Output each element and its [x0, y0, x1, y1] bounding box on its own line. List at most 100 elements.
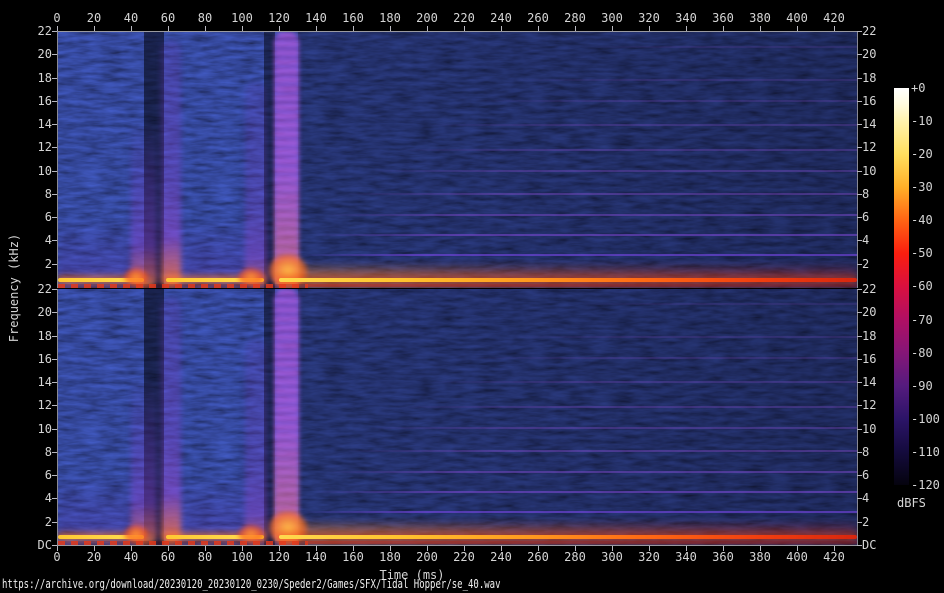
freq-tick-label: 10 — [37, 164, 52, 178]
freq-tick-label: 6 — [862, 210, 870, 224]
time-axis-tick — [464, 546, 465, 551]
burst3-bottom-blob — [268, 254, 308, 288]
colorbar-tick-label: -70 — [911, 312, 933, 327]
time-axis-tick — [612, 546, 613, 551]
time-tick-label: 320 — [638, 11, 660, 25]
harmonic-line — [313, 491, 857, 493]
spectrogram-channel-1 — [57, 31, 858, 288]
colorbar-tick-label: -20 — [911, 147, 933, 162]
time-tick-label: 420 — [823, 11, 845, 25]
time-tick-label: 320 — [638, 550, 660, 564]
time-axis-tick — [649, 546, 650, 551]
freq-tick-label: 12 — [37, 140, 52, 154]
harmonic-line — [578, 46, 857, 48]
source-url: https://archive.org/download/20230120_20… — [2, 577, 501, 591]
harmonic-line — [368, 170, 857, 172]
time-tick-label: 360 — [712, 550, 734, 564]
time-tick-label: 140 — [305, 550, 327, 564]
harmonic-line — [343, 450, 857, 452]
bottom-dash-row — [58, 284, 308, 288]
freq-tick-label: 8 — [862, 445, 870, 459]
freq-tick-label: DC — [862, 538, 877, 552]
burst2-onset-plume — [161, 297, 181, 545]
freq-tick-label: 16 — [862, 94, 877, 108]
time-axis-tick — [242, 546, 243, 551]
harmonic-line — [398, 406, 857, 408]
bottom-dash-tail — [308, 541, 857, 544]
time-tick-label: 180 — [379, 550, 401, 564]
time-tick-label: 180 — [379, 11, 401, 25]
time-tick-label: 40 — [123, 11, 139, 25]
freq-tick-label: 8 — [44, 187, 52, 201]
colorbar-unit: dBFS — [897, 496, 926, 510]
time-tick-label: 280 — [564, 11, 586, 25]
harmonic-line — [343, 193, 857, 195]
time-axis-tick — [205, 546, 206, 551]
freq-tick-label: 20 — [862, 305, 877, 319]
freq-tick-label: 2 — [862, 257, 870, 271]
freq-tick-label: 18 — [862, 71, 877, 85]
time-axis-tick — [353, 546, 354, 551]
time-tick-label: 160 — [342, 11, 364, 25]
time-tick-label: 260 — [527, 550, 549, 564]
harmonic-line — [508, 79, 857, 81]
colorbar-tick-label: -30 — [911, 180, 933, 195]
time-tick-label: 0 — [53, 550, 61, 564]
colorbar-tick-label: -120 — [911, 477, 940, 492]
harmonic-line — [326, 471, 857, 473]
harmonic-line — [578, 303, 857, 305]
freq-tick-label: 22 — [862, 24, 877, 38]
time-tick-label: 100 — [231, 11, 253, 25]
harmonic-line — [468, 357, 857, 359]
harmonic-line — [368, 427, 857, 429]
freq-tick-label: 8 — [44, 445, 52, 459]
freq-tick-label: 22 — [862, 282, 877, 296]
freq-tick-label: 16 — [37, 94, 52, 108]
burst2-release-plume — [245, 339, 267, 545]
burst3-broadband-column — [274, 32, 299, 288]
time-axis-tick — [723, 546, 724, 551]
time-tick-label: 200 — [416, 550, 438, 564]
freq-tick-label: 6 — [44, 468, 52, 482]
time-axis-tick — [390, 546, 391, 551]
freq-tick-label: DC — [37, 538, 52, 552]
burst3-bottom-blob — [268, 511, 308, 545]
colorbar-tick-label: -50 — [911, 246, 933, 261]
time-axis-tick — [57, 546, 58, 551]
bottom-dash-row — [58, 541, 308, 545]
y-axis-title: Frequency (kHz) — [7, 233, 21, 343]
time-tick-label: 240 — [490, 550, 512, 564]
harmonic-line — [398, 149, 857, 151]
time-axis-tick — [538, 546, 539, 551]
time-tick-label: 420 — [823, 550, 845, 564]
freq-tick-label: 4 — [44, 491, 52, 505]
harmonic-line — [428, 381, 857, 383]
freq-tick-label: 18 — [862, 329, 877, 343]
time-axis-tick — [501, 546, 502, 551]
time-tick-label: 60 — [160, 11, 176, 25]
sustained-tone-line — [279, 278, 857, 282]
time-tick-label: 40 — [123, 550, 139, 564]
colorbar-tick-label: -10 — [911, 114, 933, 129]
time-tick-label: 280 — [564, 550, 586, 564]
time-tick-label: 160 — [342, 550, 364, 564]
harmonic-line — [303, 254, 857, 256]
spectrogram-channel-2 — [57, 289, 858, 546]
burst2-release-plume — [245, 82, 267, 288]
time-tick-label: 80 — [197, 11, 213, 25]
decay-region-dim — [298, 289, 857, 545]
freq-tick-label: 2 — [44, 515, 52, 529]
freq-tick-label: 10 — [862, 422, 877, 436]
freq-tick-label: 4 — [862, 491, 870, 505]
time-tick-label: 240 — [490, 11, 512, 25]
time-tick-label: 200 — [416, 11, 438, 25]
time-axis-tick — [575, 546, 576, 551]
time-tick-label: 100 — [231, 550, 253, 564]
time-tick-label: 20 — [86, 550, 102, 564]
colorbar-gradient — [894, 88, 909, 485]
freq-tick-label: 16 — [862, 352, 877, 366]
burst2-onset-plume — [161, 40, 181, 288]
time-tick-label: 60 — [160, 550, 176, 564]
time-axis-tick — [760, 546, 761, 551]
time-tick-label: 300 — [601, 550, 623, 564]
